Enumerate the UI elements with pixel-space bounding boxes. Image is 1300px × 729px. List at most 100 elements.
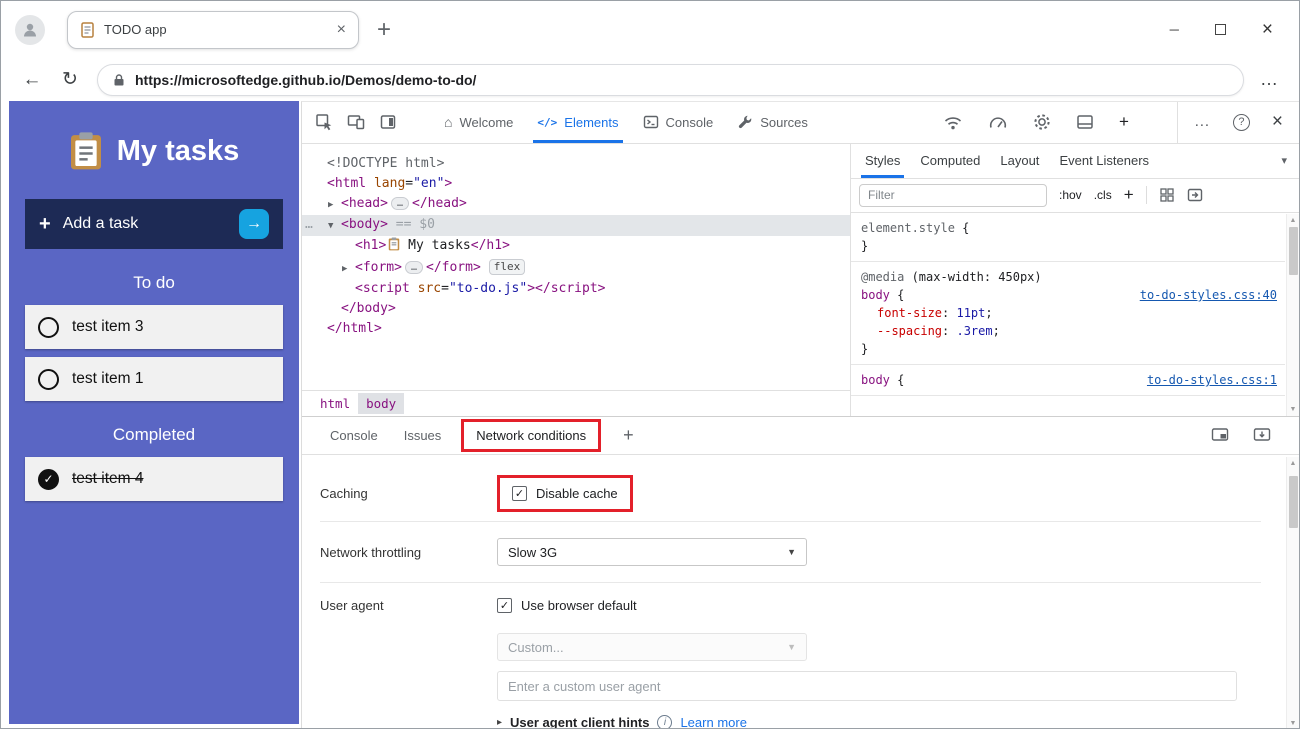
add-task-bar[interactable]: + Add a task → (25, 199, 283, 249)
client-hints-label[interactable]: User agent client hints (510, 715, 649, 729)
flex-badge[interactable]: flex (489, 259, 526, 275)
inspect-icon[interactable] (308, 102, 340, 143)
style-line[interactable]: to-do-styles.css:1body { (859, 371, 1277, 389)
task-item[interactable]: test item 3 (25, 305, 283, 349)
back-icon[interactable]: ← (21, 69, 43, 91)
styles-scrollbar[interactable]: ▲ ▼ (1286, 214, 1299, 416)
disclosure-arrow-icon[interactable]: ▸ (497, 717, 502, 728)
tab-event-listeners[interactable]: Event Listeners (1049, 144, 1159, 178)
help-icon[interactable]: ? (1233, 114, 1250, 131)
dom-tree-node[interactable]: </body> (302, 299, 850, 319)
scroll-down-icon[interactable]: ▼ (1290, 403, 1297, 416)
tab-styles[interactable]: Styles (855, 144, 910, 178)
drawer-tab-issues[interactable]: Issues (394, 417, 452, 455)
collapse-arrow-icon[interactable]: ▼ (328, 216, 341, 236)
style-line[interactable]: --spacing: .3rem; (859, 322, 1277, 340)
task-item[interactable]: test item 1 (25, 357, 283, 401)
dom-tree-node[interactable]: </html> (302, 319, 850, 339)
dom-tree-node[interactable]: <script src="to-do.js"></script> (302, 279, 850, 299)
open-panel-icon[interactable] (1187, 187, 1203, 203)
dom-tree-node[interactable]: …▼<body> == $0 (302, 215, 850, 236)
tab-close-icon[interactable]: × (337, 21, 346, 39)
network-conditions-icon[interactable] (943, 113, 963, 131)
refresh-icon[interactable]: ↻ (59, 68, 81, 91)
checkbox-checked-icon[interactable]: ✓ (512, 486, 527, 501)
new-style-rule-icon[interactable]: + (1124, 185, 1134, 205)
chevron-down-icon[interactable]: ▾ (1281, 144, 1299, 178)
expand-arrow-icon[interactable]: ▶ (328, 195, 341, 215)
custom-user-agent-select[interactable]: Custom... ▼ (497, 633, 807, 661)
custom-user-agent-input[interactable] (497, 671, 1237, 701)
maximize-icon[interactable] (1215, 24, 1226, 35)
scrollbar-thumb[interactable] (1289, 476, 1298, 528)
scrollbar-thumb[interactable] (1289, 227, 1298, 275)
devtools-menu-icon[interactable]: … (1194, 113, 1211, 131)
tab-layout[interactable]: Layout (990, 144, 1049, 178)
more-tools-plus-icon[interactable]: + (1119, 112, 1129, 132)
browser-menu-icon[interactable]: … (1260, 69, 1279, 90)
minimize-icon[interactable]: ─ (1170, 22, 1179, 37)
scroll-down-icon[interactable]: ▼ (1290, 717, 1297, 729)
scroll-up-icon[interactable]: ▲ (1290, 214, 1297, 227)
expand-drawer-icon[interactable] (1253, 427, 1271, 443)
dom-tree-node[interactable]: <!DOCTYPE html> (302, 154, 850, 174)
add-drawer-tab-icon[interactable]: + (623, 425, 634, 446)
window-close-icon[interactable]: × (1262, 19, 1273, 41)
use-browser-default-option[interactable]: ✓ Use browser default (497, 598, 637, 613)
learn-more-link[interactable]: Learn more (680, 715, 746, 729)
task-radio-icon[interactable] (38, 369, 59, 390)
add-task-label: Add a task (63, 215, 227, 233)
style-line[interactable]: } (859, 237, 1277, 255)
pseudo-state-button[interactable]: :hov (1059, 188, 1082, 202)
style-line[interactable]: element.style { (859, 219, 1277, 237)
tab-elements[interactable]: </> Elements (525, 102, 630, 143)
task-radio-icon[interactable] (38, 317, 59, 338)
submit-task-button[interactable]: → (239, 209, 269, 239)
settings-gear-icon[interactable] (1033, 113, 1051, 131)
element-class-button[interactable]: .cls (1094, 188, 1112, 202)
node-menu-icon[interactable]: … (305, 215, 314, 235)
tab-console[interactable]: Console (631, 102, 726, 143)
breadcrumb-item[interactable]: html (312, 393, 358, 414)
device-toolbar-icon[interactable] (340, 102, 372, 143)
address-bar[interactable]: https://microsoftedge.github.io/Demos/de… (97, 64, 1244, 96)
stylesheet-link[interactable]: to-do-styles.css:40 (1140, 286, 1277, 304)
style-line[interactable]: } (859, 340, 1277, 358)
disable-cache-option[interactable]: ✓ Disable cache (512, 486, 618, 501)
tab-sources[interactable]: Sources (725, 102, 820, 143)
tab-welcome[interactable]: ⌂ Welcome (432, 102, 525, 143)
dom-tree-node[interactable]: ▶<form>…</form>flex (302, 258, 850, 279)
breadcrumb-item[interactable]: body (358, 393, 404, 414)
style-line[interactable]: font-size: 11pt; (859, 304, 1277, 322)
grid-icon[interactable] (1159, 187, 1175, 203)
style-rule-section: to-do-styles.css:1body { (851, 365, 1285, 396)
dock-side-icon[interactable] (372, 102, 404, 143)
profile-avatar[interactable] (15, 15, 45, 45)
styles-filter-input[interactable] (859, 184, 1047, 207)
dock-panel-icon[interactable] (1211, 427, 1229, 443)
dom-tree-node[interactable]: <html lang="en"> (302, 174, 850, 194)
stylesheet-link[interactable]: to-do-styles.css:1 (1147, 371, 1277, 389)
throttling-select[interactable]: Slow 3G ▼ (497, 538, 807, 566)
expand-arrow-icon[interactable]: ▶ (342, 259, 355, 279)
style-line[interactable]: to-do-styles.css:40body { (859, 286, 1277, 304)
task-item[interactable]: ✓test item 4 (25, 457, 283, 501)
tab-computed[interactable]: Computed (910, 144, 990, 178)
dom-tree-node[interactable]: <h1> My tasks</h1> (302, 236, 850, 258)
css-token: ; (985, 306, 992, 320)
checkbox-checked-icon[interactable]: ✓ (497, 598, 512, 613)
browser-tab[interactable]: TODO app × (67, 11, 359, 49)
dom-tree-node[interactable]: ▶<head>…</head> (302, 194, 850, 215)
drawer-tab-network-conditions[interactable]: Network conditions (461, 419, 601, 452)
style-line[interactable]: @media (max-width: 450px) (859, 268, 1277, 286)
dock-layout-icon[interactable] (1076, 113, 1094, 131)
drawer-tab-console[interactable]: Console (320, 417, 388, 455)
drawer-scrollbar[interactable]: ▲ ▼ (1286, 457, 1299, 729)
collapsed-content-button[interactable]: … (405, 261, 423, 274)
task-checked-icon[interactable]: ✓ (38, 469, 59, 490)
new-tab-button[interactable]: + (377, 16, 391, 44)
devtools-close-icon[interactable]: × (1272, 111, 1283, 133)
performance-icon[interactable] (988, 113, 1008, 131)
collapsed-content-button[interactable]: … (391, 197, 409, 210)
scroll-up-icon[interactable]: ▲ (1290, 457, 1297, 470)
